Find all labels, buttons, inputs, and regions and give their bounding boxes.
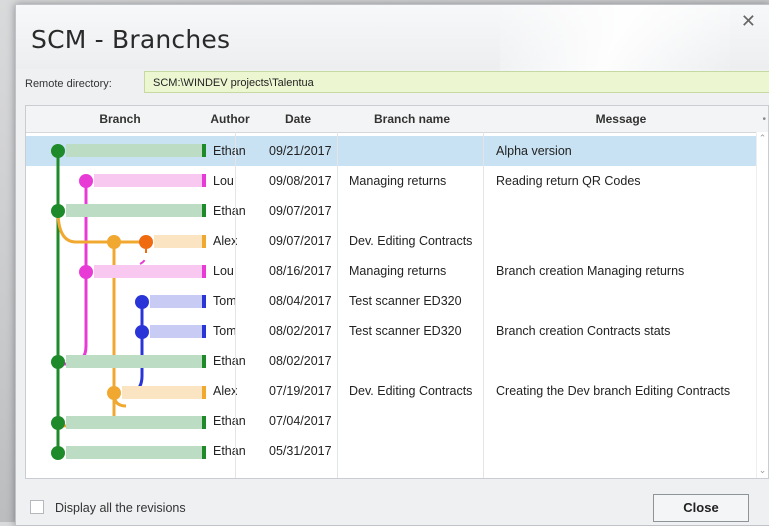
branch-graph <box>51 144 206 460</box>
column-options-icon[interactable]: • <box>762 114 766 125</box>
close-icon[interactable]: ✕ <box>741 11 756 32</box>
vertical-scrollbar[interactable]: ⌃ ⌄ <box>756 132 768 478</box>
remote-directory-field[interactable]: SCM:\WINDEV projects\Talentua <box>144 71 769 93</box>
commit-bar-marker <box>202 386 206 399</box>
cell-message: Alpha version <box>496 144 572 158</box>
commit-bar-marker <box>202 355 206 368</box>
cell-author: Tom <box>213 294 237 308</box>
branch-line-scanner <box>123 302 144 396</box>
cell-branch-name: Test scanner ED320 <box>349 294 462 308</box>
commit-bar <box>66 446 202 459</box>
cell-author: Lou <box>213 174 234 188</box>
commit-node <box>51 416 65 430</box>
cell-author: Ethan <box>213 444 246 458</box>
commit-bar-marker <box>202 144 206 157</box>
cell-author: Alex <box>213 384 238 398</box>
commit-bar-marker <box>202 235 206 248</box>
column-divider <box>337 132 338 478</box>
cell-date: 05/31/2017 <box>269 444 332 458</box>
cell-date: 09/21/2017 <box>269 144 332 158</box>
commit-bar <box>66 144 202 157</box>
commit-node <box>51 144 65 158</box>
cell-date: 09/07/2017 <box>269 234 332 248</box>
cell-date: 08/04/2017 <box>269 294 332 308</box>
scroll-down-icon[interactable]: ⌄ <box>757 464 768 476</box>
column-divider <box>483 132 484 478</box>
commit-node <box>139 235 153 249</box>
commit-node <box>79 174 93 188</box>
commit-bar <box>122 386 202 399</box>
cell-branch-name: Dev. Editing Contracts <box>349 384 473 398</box>
close-button[interactable]: Close <box>653 494 749 522</box>
cell-message: Reading return QR Codes <box>496 174 641 188</box>
commit-bar <box>66 355 202 368</box>
cell-author: Alex <box>213 234 238 248</box>
cell-author: Ethan <box>213 414 246 428</box>
cell-date: 09/08/2017 <box>269 174 332 188</box>
commit-bar-marker <box>202 446 206 459</box>
commit-node <box>51 355 65 369</box>
column-header-branch-name[interactable]: Branch name <box>339 106 485 132</box>
scroll-up-icon[interactable]: ⌃ <box>757 132 768 144</box>
cell-message: Branch creation Contracts stats <box>496 324 671 338</box>
commit-bar-marker <box>202 295 206 308</box>
commit-bar <box>154 235 202 248</box>
cell-message: Creating the Dev branch Editing Contract… <box>496 384 731 398</box>
commit-node <box>107 235 121 249</box>
commit-bar-marker <box>202 174 206 187</box>
commit-node <box>107 386 121 400</box>
cell-author: Ethan <box>213 204 246 218</box>
display-all-revisions-checkbox[interactable] <box>30 500 44 514</box>
cell-message: Branch creation Managing returns <box>496 264 685 278</box>
cell-author: Ethan <box>213 354 246 368</box>
window-title: SCM - Branches <box>31 25 231 54</box>
cell-branch-name: Managing returns <box>349 264 447 278</box>
commit-bar-marker <box>202 204 206 217</box>
column-header-message[interactable]: Message <box>485 106 757 132</box>
commit-node <box>135 325 149 339</box>
commit-node <box>79 265 93 279</box>
remote-directory-label: Remote directory: <box>25 78 112 90</box>
cell-branch-name: Managing returns <box>349 174 447 188</box>
cell-author: Lou <box>213 264 234 278</box>
cell-date: 08/02/2017 <box>269 354 332 368</box>
cell-date: 07/19/2017 <box>269 384 332 398</box>
commit-bar <box>66 416 202 429</box>
commit-node <box>51 446 65 460</box>
commit-bar-marker <box>202 416 206 429</box>
cell-date: 08/02/2017 <box>269 324 332 338</box>
scm-branches-window: SCM - Branches ✕ Remote directory: SCM:\… <box>15 4 769 526</box>
commit-bar <box>66 204 202 217</box>
commit-node <box>135 295 149 309</box>
commit-bar <box>94 174 202 187</box>
column-header-date[interactable]: Date <box>257 106 339 132</box>
display-all-revisions-label: Display all the revisions <box>55 501 186 515</box>
commit-node <box>51 204 65 218</box>
column-divider <box>235 132 236 478</box>
commit-bar <box>150 295 202 308</box>
cell-date: 09/07/2017 <box>269 204 332 218</box>
branches-table: Branch Author Date Branch name Message E… <box>25 105 769 479</box>
cell-branch-name: Dev. Editing Contracts <box>349 234 473 248</box>
commit-bar <box>150 325 202 338</box>
cell-branch-name: Test scanner ED320 <box>349 324 462 338</box>
commit-bar <box>94 265 202 278</box>
cell-author: Tom <box>213 324 237 338</box>
cell-date: 08/16/2017 <box>269 264 332 278</box>
commit-bar-marker <box>202 265 206 278</box>
commit-bar-marker <box>202 325 206 338</box>
cell-date: 07/04/2017 <box>269 414 332 428</box>
cell-author: Ethan <box>213 144 246 158</box>
